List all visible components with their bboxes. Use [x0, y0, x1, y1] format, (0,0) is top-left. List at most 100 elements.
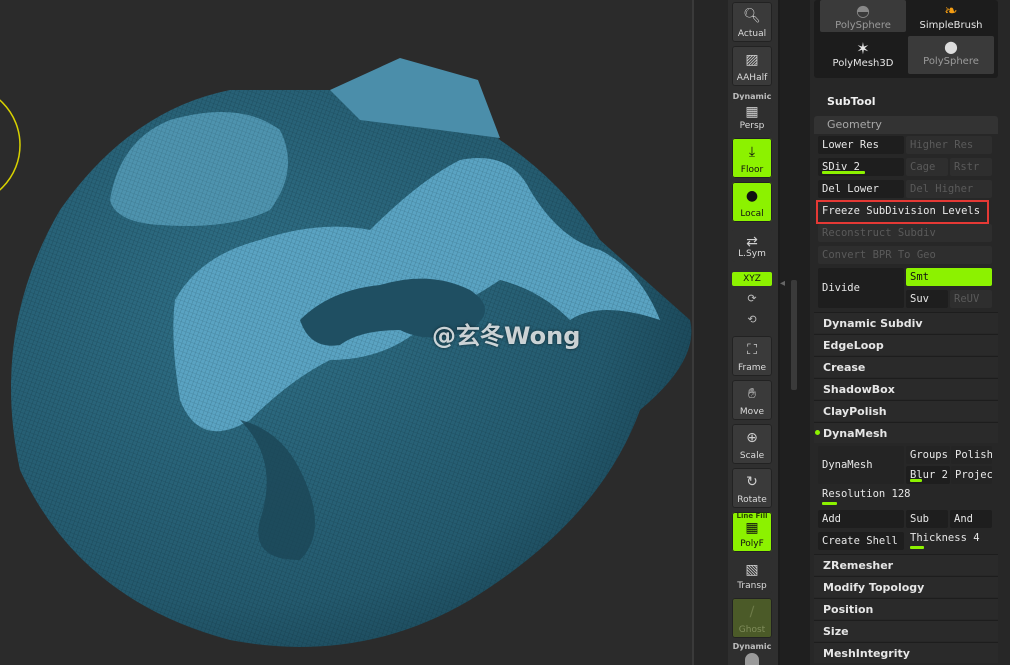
watermark-text: @玄冬Wong [432, 322, 581, 350]
blur-fill [910, 479, 922, 482]
move-label: Move [739, 407, 765, 417]
scale-icon: ⊕ [746, 430, 758, 446]
scale-button[interactable]: ⊕ Scale [732, 424, 772, 464]
simplebrush-icon: ❧ [944, 1, 958, 20]
resolution-label: Resolution 128 [822, 488, 911, 500]
lower-res-button[interactable]: Lower Res [818, 136, 904, 154]
frame-label: Frame [737, 363, 767, 373]
magnifier-icon: 🔍︎ [743, 8, 761, 24]
polyframe-grid-icon: ▦ [745, 520, 759, 536]
polysphere-top-tile[interactable]: ◓ PolySphere [820, 0, 906, 32]
local-button[interactable]: ● Local [732, 182, 772, 222]
subtool-header[interactable]: SubTool [827, 95, 876, 108]
floor-label: Floor [740, 165, 764, 175]
modify-topology-section[interactable]: Modify Topology [814, 576, 998, 597]
viewport-gutter [694, 0, 728, 665]
size-section[interactable]: Size [814, 620, 998, 641]
right-shelf: 🔍︎ Actual ▨ AAHalf Dynamic ▦ Persp ⤓ Flo… [728, 0, 778, 665]
geometry-header[interactable]: Geometry [814, 116, 998, 134]
sdiv-slider[interactable]: SDiv 2 [818, 158, 904, 176]
claypolish-section[interactable]: ClayPolish [814, 400, 998, 421]
del-higher-button[interactable]: Del Higher [906, 180, 992, 198]
rotate-icon: ↻ [746, 474, 758, 490]
reconstruct-subdiv-button[interactable]: Reconstruct Subdiv [818, 224, 992, 242]
convert-bpr-button[interactable]: Convert BPR To Geo [818, 246, 992, 264]
groups-toggle[interactable]: Groups [906, 446, 950, 464]
rotate-y-icon[interactable]: ⟳ [742, 290, 762, 308]
ghost-icon: ∕ [749, 604, 755, 620]
shadowbox-section[interactable]: ShadowBox [814, 378, 998, 399]
polyf-button[interactable]: Line Fill ▦ PolyF [732, 512, 772, 552]
suv-toggle[interactable]: Suv [906, 290, 948, 308]
freeze-subdivision-levels-button[interactable]: Freeze SubDivision Levels [818, 202, 992, 220]
position-section[interactable]: Position [814, 598, 998, 619]
crease-section[interactable]: Crease [814, 356, 998, 377]
sdiv-fill [822, 171, 865, 174]
simplebrush-tile[interactable]: ❧ SimpleBrush [908, 0, 994, 32]
higher-res-button[interactable]: Higher Res [906, 136, 992, 154]
polish-toggle[interactable]: Polish [951, 446, 992, 464]
xyz-button[interactable]: XYZ [732, 272, 772, 286]
actual-label: Actual [737, 29, 767, 39]
tool-palette: ◓ PolySphere ❧ SimpleBrush ✶ PolyMesh3D … [814, 0, 998, 78]
persp-button[interactable]: ▦ Persp [732, 100, 772, 134]
and-button[interactable]: And [950, 510, 992, 528]
active-indicator-icon [815, 430, 820, 435]
mesh-canvas[interactable] [0, 0, 692, 665]
dynamic-subdiv-section[interactable]: Dynamic Subdiv [814, 312, 998, 333]
polysphere-top-label: PolySphere [835, 20, 891, 31]
transparency-icon: ▧ [745, 562, 759, 578]
brush-ring [0, 99, 21, 191]
lsym-button[interactable]: ⇄ L.Sym [732, 228, 772, 262]
add-button[interactable]: Add [818, 510, 904, 528]
ghost-button[interactable]: ∕ Ghost [732, 598, 772, 638]
transp-label: Transp [737, 581, 767, 591]
edgeloop-section[interactable]: EdgeLoop [814, 334, 998, 355]
create-shell-button[interactable]: Create Shell [818, 532, 904, 550]
dynamesh-button[interactable]: DynaMesh [818, 446, 904, 484]
meshintegrity-section[interactable]: MeshIntegrity [814, 642, 998, 663]
dynamesh-section[interactable]: DynaMesh [814, 422, 998, 443]
actual-button[interactable]: 🔍︎ Actual [732, 2, 772, 42]
frame-button[interactable]: ⛶ Frame [732, 336, 772, 376]
polymesh3d-tile[interactable]: ✶ PolyMesh3D [820, 38, 906, 72]
zremesher-section[interactable]: ZRemesher [814, 554, 998, 575]
persp-label: Persp [739, 121, 765, 131]
del-lower-button[interactable]: Del Lower [818, 180, 904, 198]
floor-icon: ⤓ [748, 144, 756, 160]
divide-button[interactable]: Divide [818, 268, 904, 308]
3d-viewport[interactable]: @玄冬Wong [0, 0, 692, 665]
resolution-slider[interactable] [822, 502, 837, 505]
transp-button[interactable]: ▧ Transp [732, 556, 772, 594]
thickness-slider[interactable] [910, 546, 924, 549]
floor-button[interactable]: ⤓ Floor [732, 138, 772, 178]
local-sphere-icon: ● [745, 188, 759, 204]
frame-icon: ⛶ [747, 342, 757, 358]
rotate-label: Rotate [737, 495, 767, 505]
xyz-label: XYZ [743, 274, 761, 284]
ghost-label: Ghost [738, 625, 766, 635]
panel-scrollbar[interactable]: ◂ [780, 0, 810, 665]
sub-button[interactable]: Sub [906, 510, 948, 528]
rstr-button[interactable]: Rstr [950, 158, 992, 176]
collapse-arrow-icon[interactable]: ◂ [780, 278, 785, 289]
lsym-label: L.Sym [738, 249, 766, 259]
local-label: Local [740, 209, 764, 219]
aahalf-label: AAHalf [736, 73, 768, 83]
rotate-button[interactable]: ↻ Rotate [732, 468, 772, 508]
move-button[interactable]: ✋︎ Move [732, 380, 772, 420]
smt-toggle[interactable]: Smt [906, 268, 992, 286]
perspective-grid-icon: ▦ [745, 104, 759, 120]
blur-slider[interactable]: Blur 2 [906, 466, 950, 484]
polysphere-tile[interactable]: ● PolySphere [908, 36, 994, 74]
aahalf-button[interactable]: ▨ AAHalf [732, 46, 772, 86]
magnifier-half-icon: ▨ [745, 52, 759, 68]
polyf-label: PolyF [740, 539, 764, 549]
rotate-z-icon[interactable]: ⟲ [742, 311, 762, 329]
cage-button[interactable]: Cage [906, 158, 948, 176]
polysphere-label: PolySphere [923, 56, 979, 67]
scroll-thumb[interactable] [791, 280, 797, 390]
projec-toggle[interactable]: Projec [951, 466, 992, 484]
reuv-button[interactable]: ReUV [950, 290, 992, 308]
dynamic-bottom-label: Dynamic [732, 642, 772, 651]
